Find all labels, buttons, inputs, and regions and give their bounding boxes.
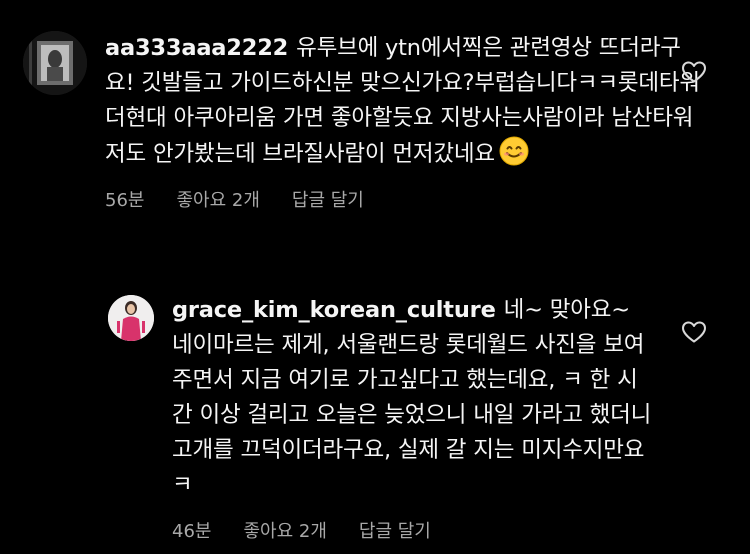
reply-button[interactable]: 답글 달기	[292, 186, 364, 212]
comment-item: aa333aaa2222 유투브에 ytn에서찍은 관련영상 뜨더라구요! 깃발들…	[23, 31, 723, 212]
heart-outline-icon[interactable]	[681, 60, 707, 84]
comment-meta: 56분 좋아요 2개 답글 달기	[105, 186, 723, 212]
comment-time: 56분	[105, 190, 145, 211]
comment-likes-count[interactable]: 좋아요 2개	[176, 186, 259, 212]
comment-time: 46분	[172, 521, 212, 542]
heart-outline-icon[interactable]	[681, 320, 707, 344]
reply-comment-item: grace_kim_korean_culture 네~ 맞아요~ 네이마르는 제게…	[108, 293, 723, 543]
comment-username[interactable]: aa333aaa2222	[105, 35, 288, 61]
comment-body: 네~ 맞아요~ 네이마르는 제게, 서울랜드랑 롯데월드 사진을 보여주면서 지…	[172, 297, 652, 498]
user-avatar-image	[23, 31, 87, 95]
avatar[interactable]	[108, 295, 154, 341]
reply-button[interactable]: 답글 달기	[359, 517, 431, 543]
comment-username[interactable]: grace_kim_korean_culture	[172, 297, 496, 323]
avatar[interactable]	[23, 31, 87, 95]
smiling-face-emoji-icon	[499, 136, 529, 166]
user-avatar-image	[108, 295, 154, 341]
comment-meta: 46분 좋아요 2개 답글 달기	[172, 517, 723, 543]
comment-likes-count[interactable]: 좋아요 2개	[243, 517, 326, 543]
comment-text: aa333aaa2222 유투브에 ytn에서찍은 관련영상 뜨더라구요! 깃발들…	[105, 31, 705, 172]
comment-text: grace_kim_korean_culture 네~ 맞아요~ 네이마르는 제게…	[172, 293, 652, 503]
